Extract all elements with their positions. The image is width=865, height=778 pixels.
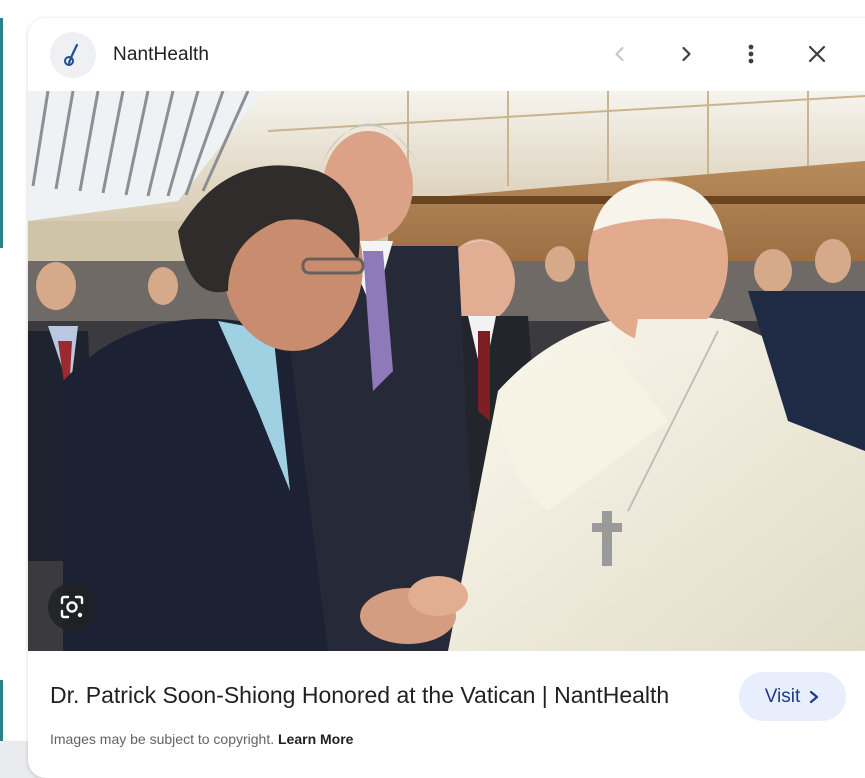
google-lens-icon (60, 595, 84, 619)
left-edge-stripe-bottom (0, 680, 3, 741)
next-button[interactable] (668, 36, 704, 72)
preview-image[interactable] (28, 91, 865, 651)
previous-button[interactable] (602, 36, 638, 72)
visit-button[interactable]: Visit (739, 672, 846, 721)
left-edge-stripe (0, 18, 3, 248)
copyright-text: Images may be subject to copyright. (50, 731, 275, 747)
site-logo[interactable] (50, 32, 96, 78)
photo-illustration (28, 91, 865, 651)
copyright-notice: Images may be subject to copyright. Lear… (50, 731, 353, 747)
chevron-right-icon (682, 46, 691, 62)
image-preview-panel: NantHealth Dr. Patrick Soon-Shiong Honor… (28, 18, 865, 778)
more-options-button[interactable] (733, 36, 769, 72)
learn-more-link[interactable]: Learn More (278, 731, 353, 747)
more-vert-icon (748, 44, 754, 64)
preview-header: NantHealth (28, 18, 865, 91)
close-button[interactable] (799, 36, 835, 72)
chevron-right-icon (810, 690, 819, 703)
site-name[interactable]: NantHealth (113, 44, 209, 66)
visit-label: Visit (764, 685, 801, 707)
chevron-left-icon (615, 46, 624, 62)
image-title[interactable]: Dr. Patrick Soon-Shiong Honored at the V… (50, 682, 669, 709)
google-lens-button[interactable] (48, 583, 96, 631)
nanthealth-logo-icon (64, 43, 79, 66)
close-icon (808, 45, 826, 63)
